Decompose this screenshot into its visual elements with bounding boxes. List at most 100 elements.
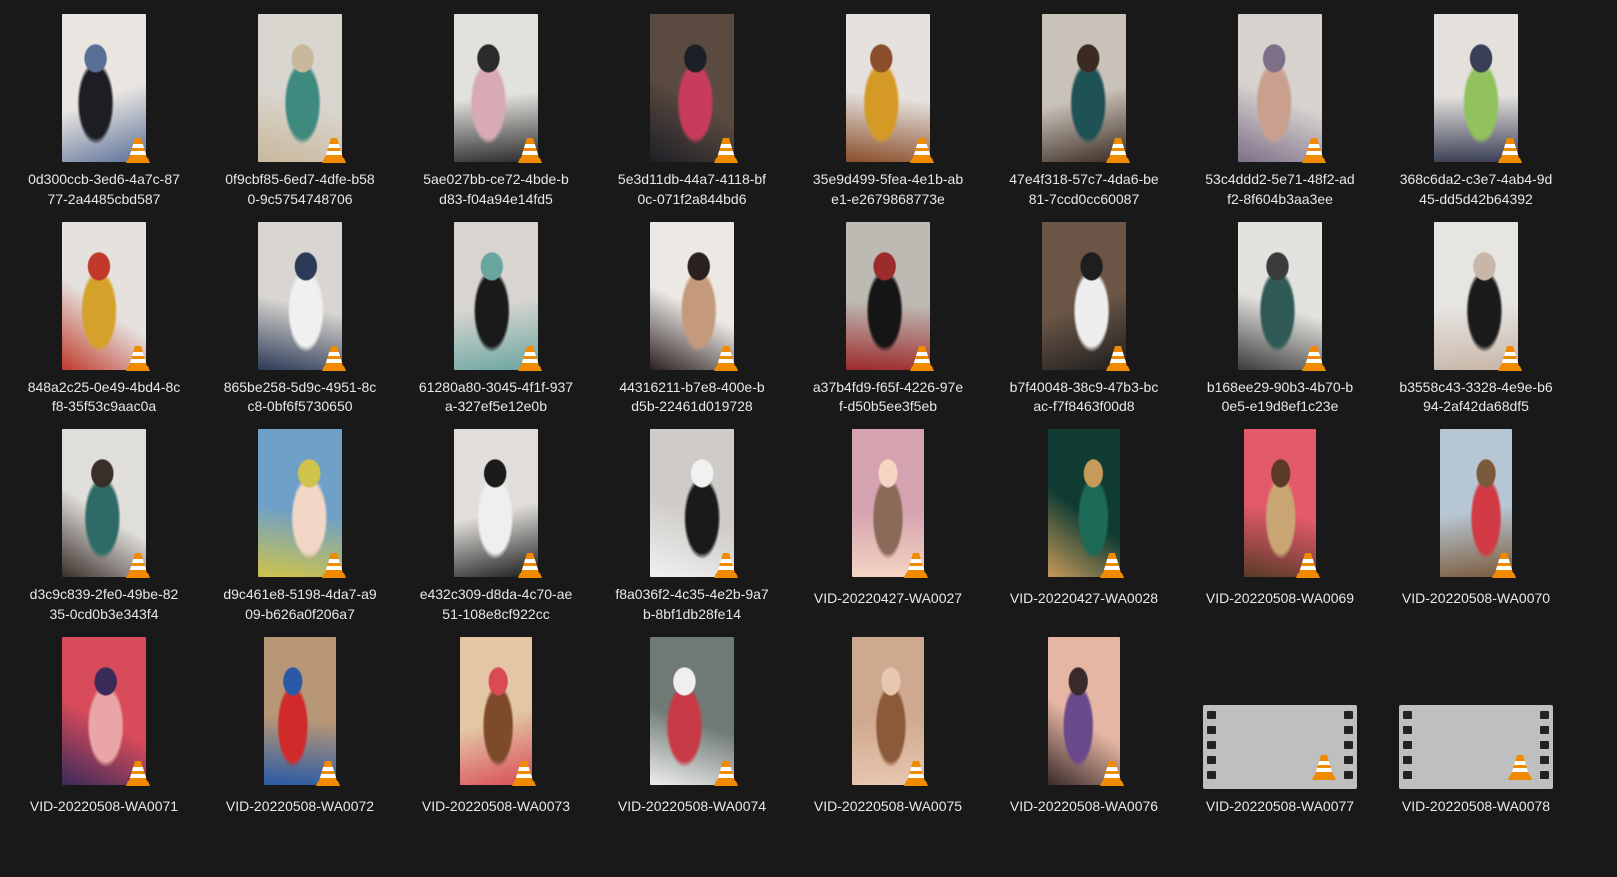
file-name-line: 09-b626a0f206a7	[245, 605, 355, 622]
file-name-line: b-8bf1db28fe14	[642, 605, 742, 622]
vlc-cone-icon	[714, 345, 738, 371]
file-item[interactable]: VID-20220427-WA0028	[986, 415, 1182, 620]
file-item[interactable]: 35e9d499-5fea-4e1b-ab e1-e2679868773e	[790, 0, 986, 207]
file-name: 35e9d499-5fea-4e1b-ab e1-e2679868773e	[790, 170, 986, 209]
vlc-cone-icon	[1498, 138, 1522, 163]
file-item[interactable]: e432c309-d8da-4c70-ae 51-108e8cf922cc	[398, 415, 594, 622]
file-item[interactable]: 0f9cbf85-6ed7-4dfe-b58 0-9c5754748706	[202, 0, 398, 207]
file-item[interactable]: VID-20220427-WA0027	[790, 415, 986, 620]
file-item[interactable]: b3558c43-3328-4e9e-b6 94-2af42da68df5	[1378, 208, 1574, 414]
file-grid: 0d300ccb-3ed6-4a7c-87 77-2a4485cbd587 0f9c…	[0, 0, 1617, 877]
file-name: f8a036f2-4c35-4e2b-9a7 b-8bf1db28fe14	[594, 585, 790, 624]
vlc-cone-icon	[1106, 345, 1130, 371]
vlc-cone-icon	[1296, 553, 1320, 578]
file-item[interactable]: 53c4ddd2-5e71-48f2-ad f2-8f604b3aa3ee	[1182, 0, 1378, 207]
vlc-cone-icon	[1106, 138, 1130, 163]
file-item[interactable]: 368c6da2-c3e7-4ab4-9d 45-dd5d42b64392	[1378, 0, 1574, 207]
file-item[interactable]: 44316211-b7e8-400e-b d5b-22461d019728	[594, 208, 790, 414]
filmstrip-hole	[1540, 710, 1549, 719]
file-name-line: 35e9d499-5fea-4e1b-ab	[812, 171, 964, 187]
vlc-cone-icon	[322, 553, 346, 578]
vlc-cone-icon	[714, 138, 738, 163]
file-item[interactable]: VID-20220508-WA0078	[1378, 623, 1574, 828]
file-item[interactable]: VID-20220508-WA0075	[790, 623, 986, 828]
file-name: d9c461e8-5198-4da7-a9 09-b626a0f206a7	[202, 585, 398, 624]
thumbnail	[398, 429, 594, 578]
file-name-line: VID-20220508-WA0073	[421, 797, 571, 814]
file-name-line: 77-2a4485cbd587	[47, 190, 161, 207]
file-name: VID-20220508-WA0076	[986, 797, 1182, 817]
filmstrip-hole	[1207, 740, 1216, 749]
file-item[interactable]: 5e3d11db-44a7-4118-bf 0c-071f2a844bd6	[594, 0, 790, 207]
file-item[interactable]: VID-20220508-WA0077	[1182, 623, 1378, 828]
file-item[interactable]: 5ae027bb-ce72-4bde-b d83-f04a94e14fd5	[398, 0, 594, 207]
file-item[interactable]: d9c461e8-5198-4da7-a9 09-b626a0f206a7	[202, 415, 398, 622]
file-item[interactable]: VID-20220508-WA0071	[6, 623, 202, 828]
file-item[interactable]: VID-20220508-WA0072	[202, 623, 398, 828]
file-name-line: d9c461e8-5198-4da7-a9	[223, 586, 377, 602]
file-item[interactable]: VID-20220508-WA0070	[1378, 415, 1574, 620]
file-name: VID-20220427-WA0027	[790, 589, 986, 609]
thumbnail	[986, 221, 1182, 371]
file-name: VID-20220508-WA0072	[202, 797, 398, 817]
file-item[interactable]: f8a036f2-4c35-4e2b-9a7 b-8bf1db28fe14	[594, 415, 790, 622]
vlc-cone-icon	[910, 138, 934, 163]
file-name-line: 0f9cbf85-6ed7-4dfe-b58	[225, 171, 375, 187]
filmstrip-hole	[1344, 770, 1353, 779]
file-name-line: b7f40048-38c9-47b3-bc	[1009, 378, 1159, 395]
file-item[interactable]: a37b4fd9-f65f-4226-97e f-d50b5ee3f5eb	[790, 208, 986, 414]
thumbnail	[790, 221, 986, 371]
file-item[interactable]: VID-20220508-WA0069	[1182, 415, 1378, 620]
file-item[interactable]: b168ee29-90b3-4b70-b 0e5-e19d8ef1c23e	[1182, 208, 1378, 414]
file-name-line: VID-20220508-WA0074	[617, 797, 767, 814]
file-name-line: 81-7ccd0cc60087	[1028, 190, 1140, 207]
file-item[interactable]: 865be258-5d9c-4951-8c c8-0bf6f5730650	[202, 208, 398, 414]
file-name-line: 368c6da2-c3e7-4ab4-9d	[1399, 171, 1553, 187]
vlc-cone-icon	[126, 553, 150, 578]
file-item[interactable]: 61280a80-3045-4f1f-937 a-327ef5e12e0b	[398, 208, 594, 414]
file-name: VID-20220508-WA0069	[1182, 589, 1378, 609]
file-item[interactable]: 0d300ccb-3ed6-4a7c-87 77-2a4485cbd587	[6, 0, 202, 207]
filmstrip-hole	[1344, 755, 1353, 764]
thumbnail	[1378, 637, 1574, 789]
thumbnail	[594, 221, 790, 371]
file-name: 0d300ccb-3ed6-4a7c-87 77-2a4485cbd587	[6, 170, 202, 209]
file-name-line: 51-108e8cf922cc	[442, 605, 550, 622]
file-name: VID-20220508-WA0074	[594, 797, 790, 817]
file-name-line: VID-20220508-WA0071	[29, 797, 179, 814]
file-name: VID-20220508-WA0078	[1378, 797, 1574, 817]
filmstrip-hole	[1207, 710, 1216, 719]
file-name-line: 47e4f318-57c7-4da6-be	[1009, 171, 1159, 187]
file-name-line: 5e3d11db-44a7-4118-bf	[617, 171, 767, 187]
file-name-line: VID-20220427-WA0027	[813, 590, 963, 606]
file-item[interactable]: b7f40048-38c9-47b3-bc ac-f7f8463f00d8	[986, 208, 1182, 414]
file-name-line: e432c309-d8da-4c70-ae	[419, 586, 573, 602]
thumbnail	[6, 429, 202, 578]
file-item[interactable]: VID-20220508-WA0076	[986, 623, 1182, 828]
file-name-line: VID-20220508-WA0076	[1009, 797, 1159, 814]
filmstrip-hole	[1207, 770, 1216, 779]
vlc-cone-icon	[714, 760, 738, 786]
filmstrip-hole	[1403, 755, 1412, 764]
vlc-cone-icon	[1312, 754, 1336, 780]
file-name-line: 0d300ccb-3ed6-4a7c-87	[28, 171, 180, 187]
file-item[interactable]: VID-20220508-WA0073	[398, 623, 594, 828]
file-name-line: 94-2af42da68df5	[1423, 398, 1529, 414]
thumbnail	[398, 636, 594, 786]
filmstrip-hole	[1403, 710, 1412, 719]
file-name: 848a2c25-0e49-4bd4-8c f8-35f53c9aac0a	[6, 378, 202, 417]
file-item[interactable]: d3c9c839-2fe0-49be-82 35-0cd0b3e343f4	[6, 415, 202, 622]
file-item[interactable]: VID-20220508-WA0074	[594, 623, 790, 828]
file-name-line: 0-9c5754748706	[247, 190, 353, 207]
file-item[interactable]: 848a2c25-0e49-4bd4-8c f8-35f53c9aac0a	[6, 208, 202, 414]
file-name: 61280a80-3045-4f1f-937 a-327ef5e12e0b	[398, 378, 594, 417]
vlc-cone-icon	[1498, 345, 1522, 371]
vlc-cone-icon	[714, 553, 738, 578]
file-name-line: 45-dd5d42b64392	[1419, 190, 1533, 207]
thumbnail	[986, 636, 1182, 786]
file-item[interactable]: 47e4f318-57c7-4da6-be 81-7ccd0cc60087	[986, 0, 1182, 207]
file-name-line: 53c4ddd2-5e71-48f2-ad	[1205, 171, 1355, 187]
file-name-line: d5b-22461d019728	[631, 398, 753, 414]
vlc-cone-icon	[1302, 138, 1326, 163]
file-name-line: a-327ef5e12e0b	[445, 398, 547, 414]
